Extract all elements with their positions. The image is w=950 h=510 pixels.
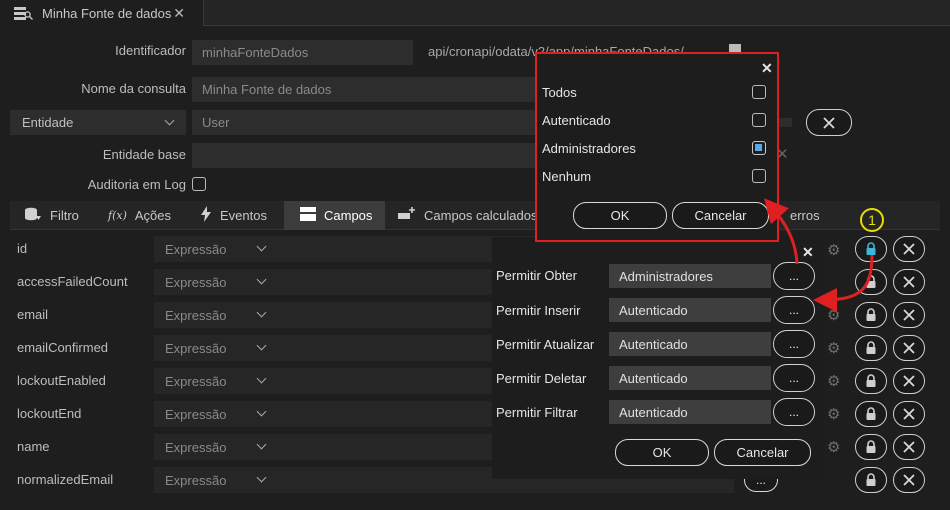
annotation-arrows [764, 198, 874, 312]
